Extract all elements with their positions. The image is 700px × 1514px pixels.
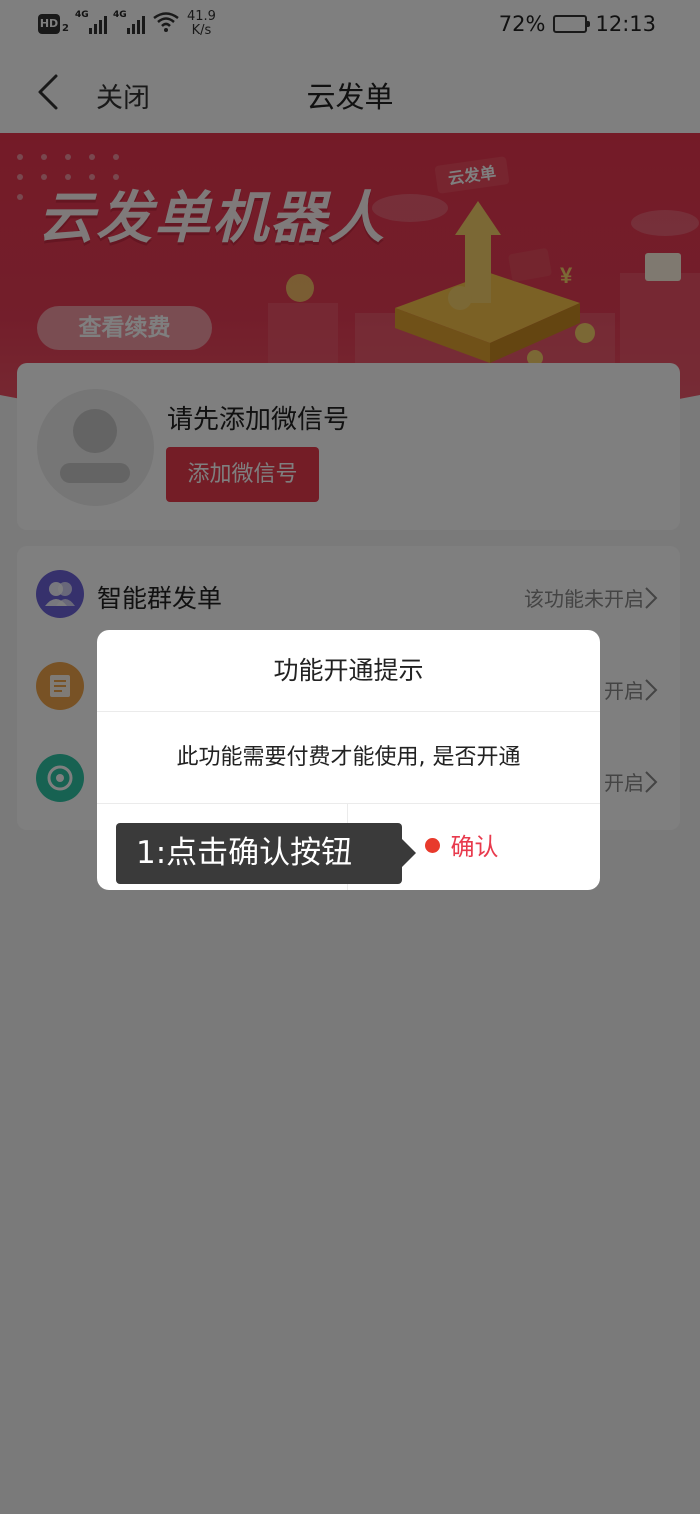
dialog-title: 功能开通提示 [97, 630, 600, 712]
dialog-message: 此功能需要付费才能使用, 是否开通 [97, 712, 600, 804]
tap-indicator-dot [425, 838, 440, 853]
guide-tooltip: 1:点击确认按钮 [116, 823, 416, 884]
